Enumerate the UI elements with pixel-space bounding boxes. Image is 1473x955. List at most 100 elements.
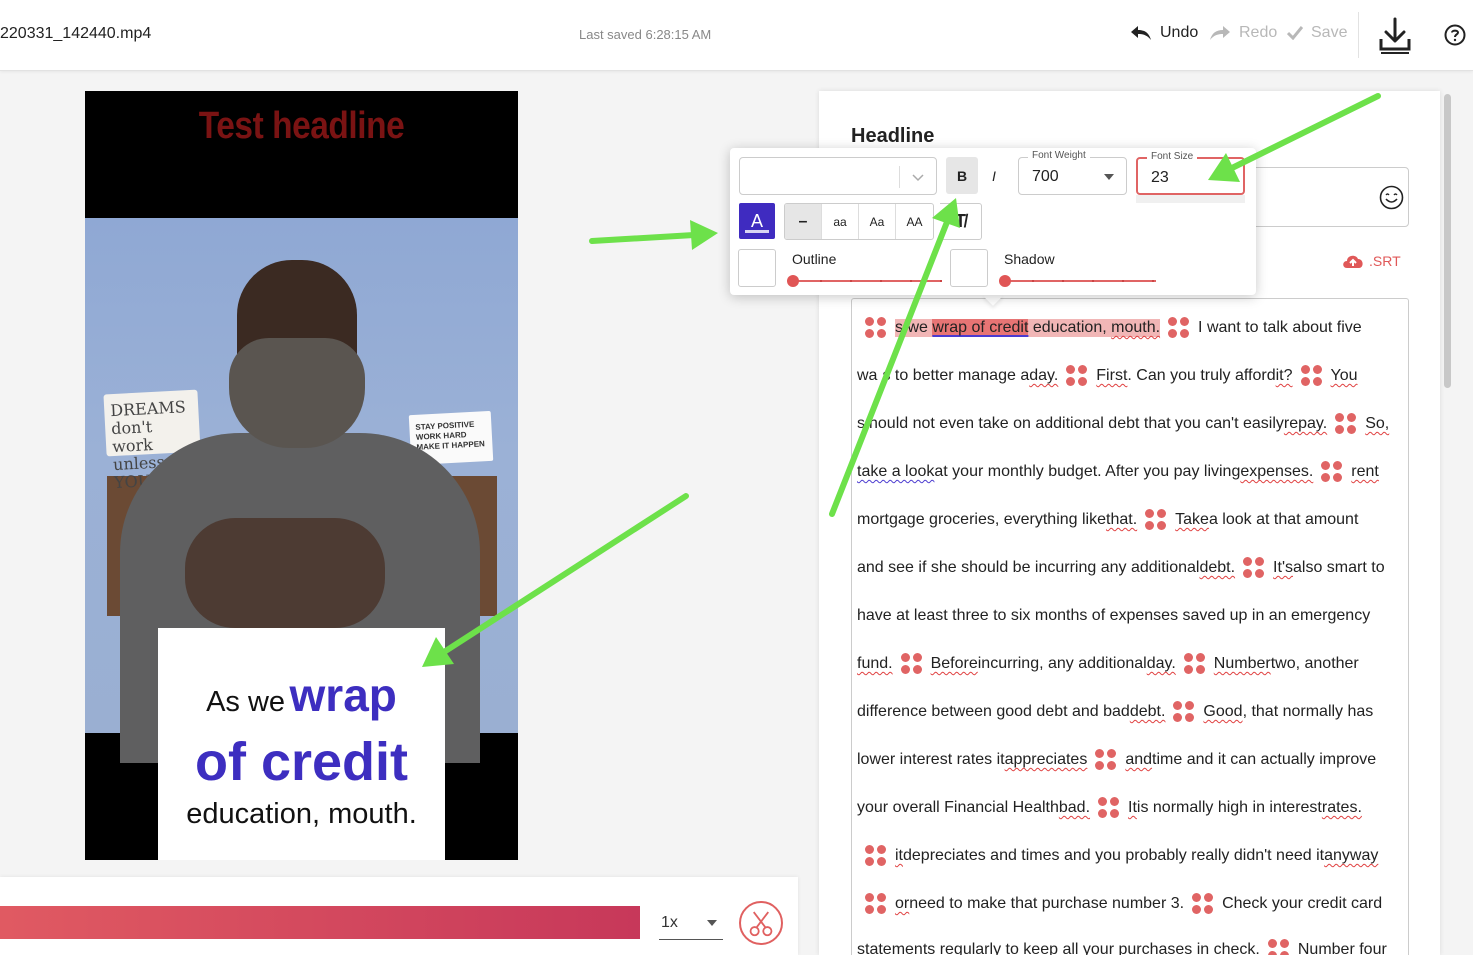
segment-handle[interactable] bbox=[1098, 797, 1120, 819]
transcript-text[interactable]: and see if she should be incurring any a… bbox=[857, 559, 1199, 577]
transcript-text[interactable]: at your monthly budget. After you pay li… bbox=[934, 463, 1240, 481]
timeline-track[interactable] bbox=[0, 906, 640, 939]
case-none-button[interactable]: – bbox=[785, 204, 822, 239]
segment-handle[interactable] bbox=[1168, 317, 1190, 339]
caption-overlay[interactable]: As we wrap of credit education, mouth. bbox=[158, 628, 445, 860]
transcript-text[interactable]: day. bbox=[1147, 655, 1176, 673]
transcript-text[interactable]: difference between good debt and bad bbox=[857, 703, 1130, 721]
transcript-text[interactable]: You bbox=[1331, 367, 1358, 385]
transcript-text[interactable]: debt. bbox=[1130, 703, 1166, 721]
selected-text[interactable]: wrap of credit bbox=[932, 319, 1029, 336]
transcript-text[interactable]: bad. bbox=[1059, 799, 1090, 817]
video-preview[interactable]: Test headline DREAMS don't work unless Y… bbox=[85, 91, 518, 860]
transcript-text[interactable]: expenses. bbox=[1240, 463, 1313, 481]
transcript-text[interactable]: Number bbox=[1214, 655, 1271, 673]
segment-handle[interactable] bbox=[1321, 461, 1343, 483]
transcript-text[interactable]: s bbox=[857, 415, 865, 433]
outline-slider[interactable] bbox=[787, 275, 942, 287]
transcript-text[interactable]: Take bbox=[1175, 511, 1209, 529]
undo-button[interactable]: Undo bbox=[1130, 24, 1198, 42]
shadow-color-swatch[interactable] bbox=[950, 249, 988, 287]
case-upper-button[interactable]: AA bbox=[896, 204, 933, 239]
transcript-text[interactable]: also smart to bbox=[1293, 559, 1385, 577]
font-size-input[interactable]: Font Size 23 bbox=[1136, 151, 1245, 195]
segment-handle[interactable] bbox=[865, 317, 887, 339]
transcript-text[interactable]: , that normally has bbox=[1243, 703, 1374, 721]
transcript-text[interactable]: it bbox=[895, 847, 903, 865]
transcript-text[interactable]: . Can you truly afford bbox=[1127, 367, 1275, 385]
transcript-text[interactable]: s to better manage a bbox=[882, 367, 1029, 385]
font-family-select[interactable] bbox=[739, 157, 937, 195]
transcript-text[interactable]: depreciates and times and you probably r… bbox=[903, 847, 1324, 865]
transcript-text[interactable]: that. bbox=[1106, 511, 1137, 529]
speed-select[interactable]: 1x bbox=[659, 912, 723, 940]
transcript-text[interactable]: wa bbox=[857, 367, 877, 385]
segment-handle[interactable] bbox=[1335, 413, 1357, 435]
smiley-icon[interactable] bbox=[1379, 185, 1404, 210]
caption-segment[interactable]: s we wrap of credit education, mouth. bbox=[895, 319, 1161, 337]
transcript-text[interactable]: appreciates bbox=[1005, 751, 1088, 769]
bold-button[interactable]: B bbox=[946, 157, 978, 194]
transcript-text[interactable]: take a look bbox=[857, 463, 934, 481]
transcript-text[interactable]: need to make that purchase number 3. bbox=[909, 895, 1184, 913]
transcript-text[interactable]: is normally high in interest bbox=[1137, 799, 1322, 817]
transcript-text[interactable]: day. bbox=[1029, 367, 1058, 385]
segment-handle[interactable] bbox=[1173, 701, 1195, 723]
segment-handle[interactable] bbox=[1066, 365, 1088, 387]
transcript-text[interactable]: incurring, any additional bbox=[978, 655, 1147, 673]
transcript-text[interactable]: a look at that amount bbox=[1209, 511, 1358, 529]
segment-handle[interactable] bbox=[1095, 749, 1117, 771]
download-icon[interactable] bbox=[1378, 17, 1412, 55]
case-lower-button[interactable]: aa bbox=[822, 204, 859, 239]
transcript-text[interactable]: Number four bbox=[1298, 941, 1387, 955]
transcript-text[interactable]: fund. bbox=[857, 655, 893, 673]
transcript-text[interactable]: statements regularly to keep all your pu… bbox=[857, 941, 1260, 955]
transcript-text[interactable]: repay. bbox=[1284, 415, 1327, 433]
panel-scrollbar[interactable] bbox=[1444, 94, 1451, 388]
segment-handle[interactable] bbox=[1145, 509, 1167, 531]
transcript-text[interactable]: Check your credit card bbox=[1222, 895, 1382, 913]
transcript-text[interactable]: It's bbox=[1273, 559, 1293, 577]
segment-handle[interactable] bbox=[865, 893, 887, 915]
transcript-text[interactable]: Good bbox=[1203, 703, 1242, 721]
case-title-button[interactable]: Aa bbox=[859, 204, 896, 239]
segment-handle[interactable] bbox=[865, 845, 887, 867]
transcript-text[interactable]: hould not even take on additional debt t… bbox=[869, 415, 1284, 433]
slider-thumb[interactable] bbox=[787, 275, 799, 287]
transcript-text[interactable]: it? bbox=[1276, 367, 1293, 385]
transcript-text[interactable]: or bbox=[895, 895, 909, 913]
transcript-text[interactable]: debt. bbox=[1199, 559, 1235, 577]
transcript-text[interactable]: have at least three to six months of exp… bbox=[857, 607, 1370, 625]
segment-handle[interactable] bbox=[900, 653, 923, 675]
transcript-text[interactable]: rates. bbox=[1322, 799, 1362, 817]
transcript-text[interactable]: So, bbox=[1365, 415, 1389, 433]
transcript-text[interactable]: I want to talk about five bbox=[1198, 319, 1362, 337]
font-weight-select[interactable]: Font Weight 700 bbox=[1018, 150, 1127, 195]
transcript-editor[interactable]: s we wrap of credit education, mouth. I … bbox=[851, 298, 1409, 955]
save-button[interactable]: Save bbox=[1287, 24, 1347, 42]
scissors-icon[interactable] bbox=[739, 901, 783, 945]
segment-handle[interactable] bbox=[1267, 939, 1290, 955]
segment-handle[interactable] bbox=[1192, 893, 1214, 915]
segment-handle[interactable] bbox=[1243, 557, 1265, 579]
transcript-text[interactable]: lower interest rates it bbox=[857, 751, 1005, 769]
transcript-text[interactable]: and bbox=[1125, 751, 1152, 769]
text-color-button[interactable]: A bbox=[739, 203, 775, 239]
upload-srt-button[interactable]: .SRT bbox=[1341, 252, 1401, 270]
italic-button[interactable]: I bbox=[982, 157, 1006, 194]
segment-handle[interactable] bbox=[1183, 653, 1206, 675]
slider-thumb[interactable] bbox=[999, 275, 1011, 287]
redo-button[interactable]: Redo bbox=[1209, 24, 1277, 42]
help-icon[interactable] bbox=[1444, 24, 1466, 46]
transcript-text[interactable]: anyway bbox=[1324, 847, 1378, 865]
transcript-text[interactable]: First bbox=[1096, 367, 1127, 385]
segment-handle[interactable] bbox=[1300, 365, 1323, 387]
clear-format-button[interactable]: T̸ bbox=[940, 203, 982, 240]
transcript-text[interactable]: your overall Financial Health bbox=[857, 799, 1059, 817]
transcript-text[interactable]: time and it can actually improve bbox=[1152, 751, 1376, 769]
shadow-slider[interactable] bbox=[999, 275, 1156, 287]
transcript-text[interactable]: It bbox=[1128, 799, 1137, 817]
outline-color-swatch[interactable] bbox=[738, 249, 776, 287]
transcript-text[interactable]: Before bbox=[931, 655, 978, 673]
transcript-text[interactable]: rent bbox=[1351, 463, 1379, 481]
